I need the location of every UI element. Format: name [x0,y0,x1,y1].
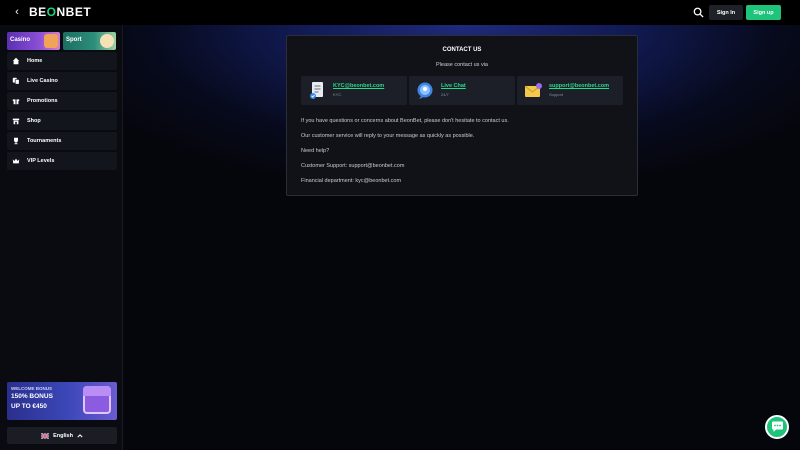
uk-flag-icon [41,432,50,439]
live-chat-icon [417,82,433,99]
treasure-chest-icon [83,386,111,414]
contact-title: CONTACT US [442,47,482,53]
kyc-email-link[interactable]: KYC@beonbet.com [333,83,384,89]
sidebar-item-promotions[interactable]: Promotions [7,92,117,110]
sidebar-item-label: VIP Levels [27,158,55,164]
trophy-icon [14,137,18,145]
casino-art-icon [44,34,58,48]
sidebar-item-label: Home [27,58,43,64]
category-casino-label: Casino [10,37,31,43]
sidebar-item-live-casino[interactable]: Live Casino [7,72,117,90]
logo-text-right: NBET [56,5,92,19]
back-chevron-icon[interactable]: ‹ [10,5,24,19]
beonbet-logo[interactable]: BEONBET [29,5,91,19]
logo-text-left: BE [29,5,47,19]
contact-text-reply: Our customer service will reply to your … [301,133,475,139]
search-icon[interactable] [693,7,704,18]
live-casino-icon [12,77,20,85]
gift-icon [12,99,20,105]
category-sport-tile[interactable]: Sport [63,32,116,50]
contact-text-financial: Financial department: kyc@beonbet.com [301,178,402,184]
live-chat-sub-label: 24/7 [441,92,449,97]
sidebar-item-home[interactable]: Home [7,52,117,70]
welcome-bonus-banner[interactable]: WELCOME BONUS 150% BONUS UP TO €450 [7,382,117,420]
language-selector[interactable]: English [7,427,117,444]
contact-method-support[interactable]: support@beonbet.com Support [517,76,623,105]
kyc-sub-label: KYC [333,92,342,97]
shop-icon [12,118,20,125]
sidebar-item-label: Promotions [27,98,58,104]
sidebar-item-vip-levels[interactable]: VIP Levels [7,152,117,170]
envelope-icon [524,83,542,97]
sign-in-button[interactable]: Sign In [709,5,743,20]
contact-method-kyc[interactable]: KYC@beonbet.com KYC [301,76,407,105]
contact-text-need-help: Need help? [301,148,330,154]
sidebar-item-label: Live Casino [27,78,58,84]
contact-subtitle: Please contact us via [436,62,488,68]
sidebar-nav: Home Live Casino Promotions Shop Tournam… [7,52,117,172]
support-sub-label: Support [549,92,564,97]
contact-us-card: CONTACT US Please contact us via KYC@beo… [286,35,638,196]
top-header: ‹ BEONBET Sign In Sign up [0,0,800,25]
language-label: English [53,432,73,439]
chevron-up-icon [77,433,83,437]
sidebar-item-label: Tournaments [27,138,62,144]
contact-method-live-chat[interactable]: Live Chat 24/7 [409,76,515,105]
contact-text-customer-support: Customer Support: support@beonbet.com [301,163,405,169]
logo-text-accent: O [46,5,57,19]
sidebar: Casino Sport Home Live Casino Promotions… [0,25,123,450]
support-email-link[interactable]: support@beonbet.com [549,83,609,89]
sign-up-button[interactable]: Sign up [746,5,781,20]
sport-ball-icon [100,34,114,48]
sidebar-item-shop[interactable]: Shop [7,112,117,130]
category-casino-tile[interactable]: Casino [7,32,60,50]
document-icon [310,82,323,99]
live-chat-link[interactable]: Live Chat [441,83,466,89]
home-icon [12,57,20,65]
sidebar-item-label: Shop [27,118,41,124]
chat-bubble-button[interactable] [765,415,789,439]
sidebar-item-tournaments[interactable]: Tournaments [7,132,117,150]
category-sport-label: Sport [66,37,82,43]
crown-icon [12,158,20,164]
chat-icon [771,421,783,432]
contact-text-questions: If you have questions or concerns about … [301,118,509,124]
